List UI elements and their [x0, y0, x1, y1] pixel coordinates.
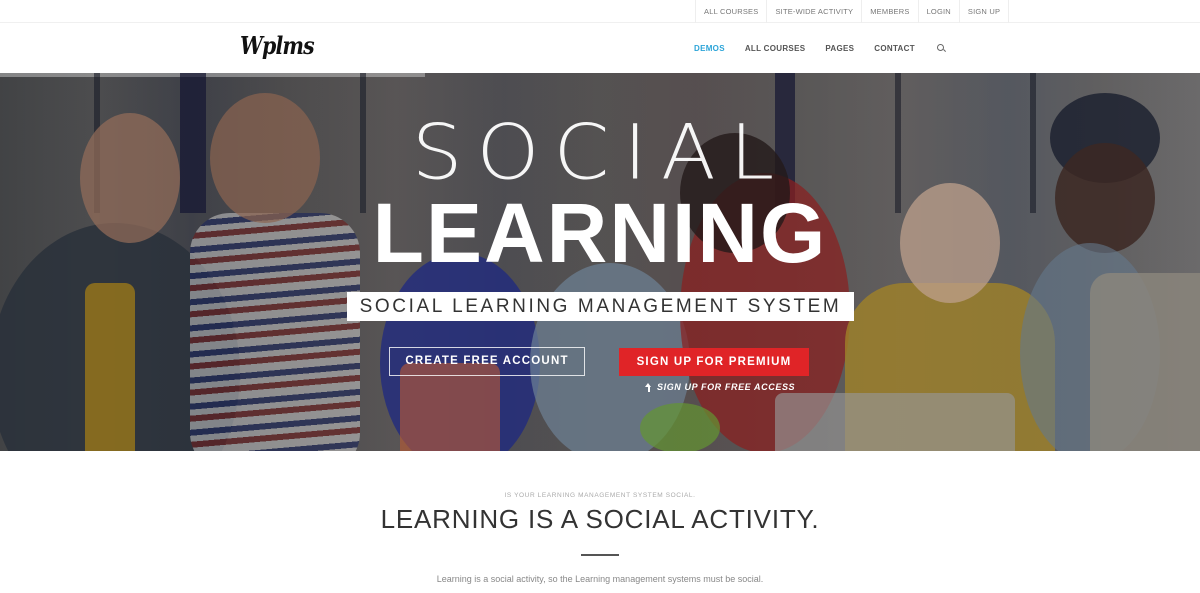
main-header: Wplms DEMOS ALL COURSES PAGES CONTACT [0, 23, 1200, 73]
create-free-account-button[interactable]: CREATE FREE ACCOUNT [389, 347, 585, 376]
top-utility-bar: ALL COURSES SITE-WIDE ACTIVITY MEMBERS L… [0, 0, 1200, 23]
hero-content: SOCIAL LEARNING SOCIAL LEARNING MANAGEME… [0, 73, 1200, 451]
top-link-members[interactable]: MEMBERS [861, 0, 917, 23]
hero-tagline: SOCIAL LEARNING MANAGEMENT SYSTEM [347, 292, 854, 321]
top-links: ALL COURSES SITE-WIDE ACTIVITY MEMBERS L… [695, 0, 1010, 23]
hero-title-light: SOCIAL [0, 113, 1200, 193]
search-icon[interactable] [936, 43, 946, 53]
hero-banner: SOCIAL LEARNING SOCIAL LEARNING MANAGEME… [0, 73, 1200, 451]
nav-pages[interactable]: PAGES [825, 44, 854, 53]
site-logo[interactable]: Wplms [240, 31, 315, 60]
hero-title-light-text: SOCIAL [411, 108, 789, 197]
arrow-up-icon [644, 382, 653, 392]
top-link-sign-up[interactable]: SIGN UP [958, 0, 1010, 23]
hero-title-bold: LEARNING [372, 186, 828, 280]
nav-contact[interactable]: CONTACT [874, 44, 915, 53]
intro-kicker: IS YOUR LEARNING MANAGEMENT SYSTEM SOCIA… [504, 492, 696, 499]
main-nav: DEMOS ALL COURSES PAGES CONTACT [694, 23, 946, 73]
nav-demos[interactable]: DEMOS [694, 44, 725, 53]
intro-headline: LEARNING IS A SOCIAL ACTIVITY. [380, 504, 820, 534]
nav-all-courses[interactable]: ALL COURSES [745, 44, 806, 53]
sign-up-premium-button[interactable]: SIGN UP FOR PREMIUM [619, 348, 809, 376]
top-link-login[interactable]: LOGIN [917, 0, 959, 23]
top-link-all-courses[interactable]: ALL COURSES [695, 0, 766, 23]
top-link-site-wide-activity[interactable]: SITE-WIDE ACTIVITY [766, 0, 861, 23]
intro-lead: Learning is a social activity, so the Le… [436, 574, 764, 584]
free-access-link[interactable]: SIGN UP FOR FREE ACCESS [644, 382, 795, 392]
intro-section: IS YOUR LEARNING MANAGEMENT SYSTEM SOCIA… [0, 451, 1200, 593]
free-access-text: SIGN UP FOR FREE ACCESS [657, 382, 796, 392]
section-divider [581, 554, 619, 556]
